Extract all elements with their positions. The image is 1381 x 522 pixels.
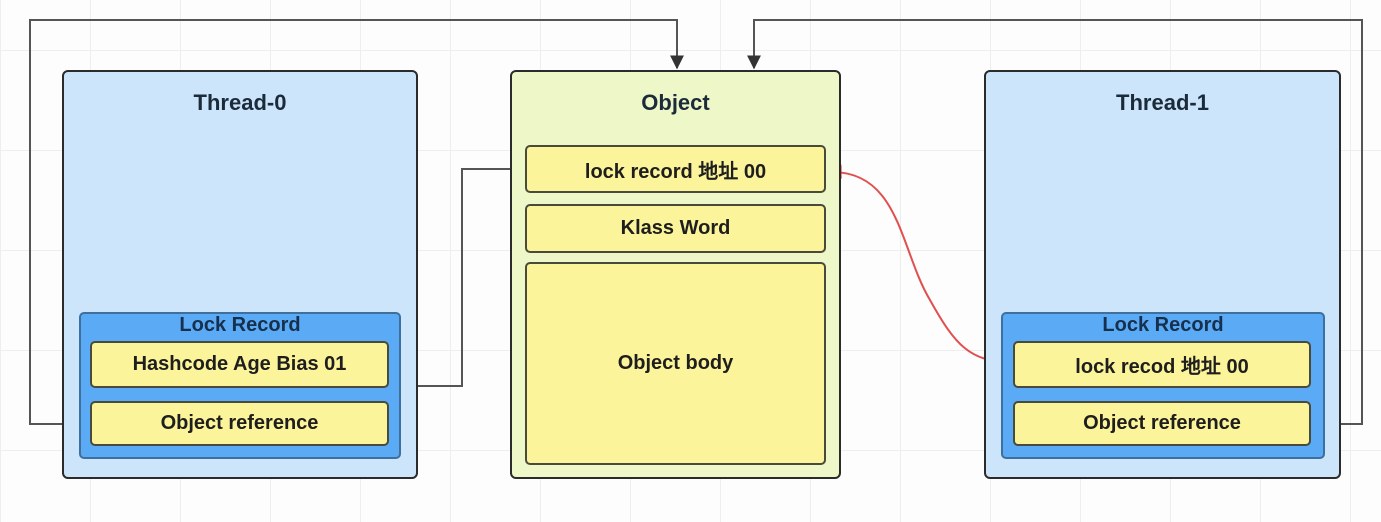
lock-record-title: Lock Record (1102, 314, 1224, 336)
object-klass-word: Klass Word (525, 204, 826, 253)
thread-0-object-reference: Object reference (90, 401, 389, 446)
object-title: Object (641, 90, 710, 115)
lock-record-title: Lock Record (179, 314, 301, 336)
thread-1-object-reference: Object reference (1013, 401, 1311, 446)
thread-0-title: Thread-0 (193, 90, 287, 115)
object-body: Object body (525, 262, 826, 465)
thread-1-title: Thread-1 (1116, 90, 1209, 115)
object-mark-word: lock record 地址 00 (525, 145, 826, 193)
thread-0-displaced-mark-word: Hashcode Age Bias 01 (90, 341, 389, 388)
thread-1-lock-record-address: lock recod 地址 00 (1013, 341, 1311, 388)
mark-word-to-lock-record-arrow (401, 168, 525, 393)
